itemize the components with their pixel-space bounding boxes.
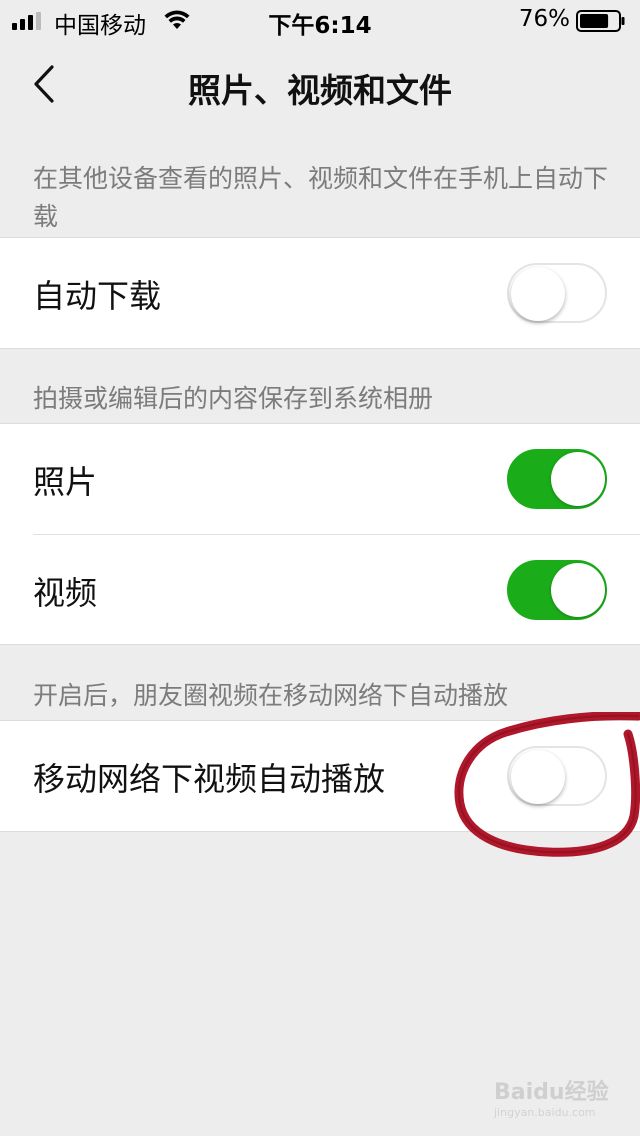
toggle-knob: [551, 452, 605, 506]
setting-row-photos[interactable]: 照片: [0, 424, 640, 534]
setting-row-videos[interactable]: 视频: [33, 534, 640, 644]
watermark-logo: Baidu经验: [494, 1080, 609, 1105]
baidu-watermark: Baidu经验 jingyan.baidu.com: [490, 1070, 630, 1120]
toggle-switch[interactable]: [507, 449, 607, 509]
page-title: 照片、视频和文件: [188, 71, 452, 110]
section-header-moments-autoplay: 开启后，朋友圈视频在移动网络下自动播放: [33, 681, 509, 710]
toggle-knob: [551, 563, 605, 617]
group-auto-download: 自动下载: [0, 237, 640, 349]
annotation-circle: [454, 712, 640, 857]
toggle-switch[interactable]: [507, 263, 607, 323]
toggle-switch[interactable]: [507, 560, 607, 620]
setting-label: 照片: [33, 463, 98, 501]
toggle-knob: [511, 267, 565, 321]
battery-icon: [576, 10, 625, 32]
setting-row-auto-download[interactable]: 自动下载: [0, 238, 640, 348]
setting-label: 自动下载: [33, 277, 162, 315]
status-bar: 中国移动 下午6:14 76%: [0, 0, 640, 40]
group-save-to-album: 照片 视频: [0, 423, 640, 645]
navigation-bar: 照片、视频和文件: [0, 40, 640, 128]
setting-label: 视频: [33, 574, 98, 612]
battery-percentage: 76%: [518, 6, 570, 32]
section-header-save-to-album: 拍摄或编辑后的内容保存到系统相册: [33, 384, 434, 413]
setting-label: 移动网络下视频自动播放: [33, 760, 386, 798]
section-header-auto-download: 在其他设备查看的照片、视频和文件在手机上自动下载: [33, 164, 609, 231]
watermark-url: jingyan.baidu.com: [494, 1106, 596, 1119]
